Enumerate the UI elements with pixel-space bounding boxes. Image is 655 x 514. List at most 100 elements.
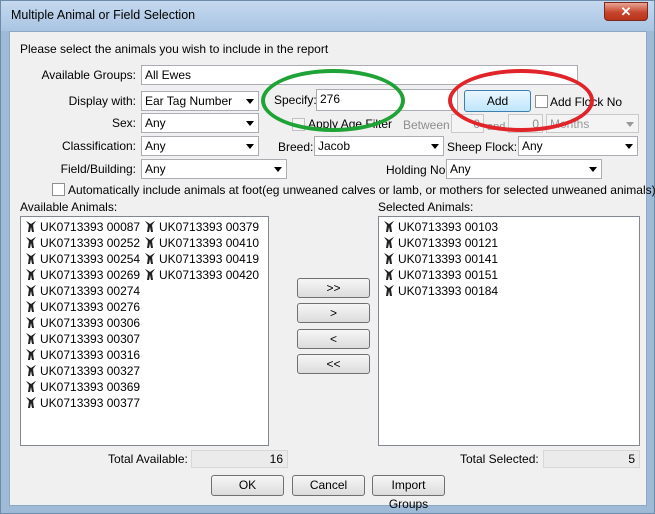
remove-selected-button[interactable]: < (297, 329, 370, 349)
sheep-icon (26, 333, 36, 344)
total-selected-label: Total Selected: (460, 452, 539, 466)
holding-no-value: Any (450, 162, 471, 176)
sheep-icon (384, 285, 394, 296)
field-building-value: Any (145, 162, 166, 176)
classification-dropdown[interactable]: Any (141, 136, 259, 156)
sheep-flock-value: Any (522, 139, 543, 153)
sheep-icon (26, 285, 36, 296)
import-groups-button[interactable]: Import Groups (372, 475, 445, 511)
add-button[interactable]: Add (464, 90, 531, 112)
display-with-label: Display with: (68, 94, 136, 108)
total-selected-value: 5 (543, 450, 640, 468)
list-item-label: UK0713393 00410 (159, 236, 260, 250)
age-unit-dropdown[interactable]: Months (546, 114, 639, 133)
list-item-label: UK0713393 00419 (159, 252, 260, 266)
display-with-dropdown[interactable]: Ear Tag Number (141, 91, 259, 111)
list-item-label: UK0713393 00103 (398, 220, 499, 234)
sheep-icon (384, 237, 394, 248)
ok-button[interactable]: OK (211, 475, 284, 496)
list-item-label: UK0713393 00327 (40, 364, 141, 378)
dialog-body: Please select the animals you wish to in… (9, 31, 655, 511)
close-button[interactable]: ✕ (604, 2, 648, 21)
available-groups-label: Available Groups: (41, 68, 137, 82)
list-item-label: UK0713393 00184 (398, 284, 499, 298)
auto-include-label: Automatically include animals at foot(eg… (68, 183, 655, 197)
available-groups-field[interactable]: All Ewes (141, 65, 578, 85)
list-item-label: UK0713393 00252 (40, 236, 141, 250)
age-from-input[interactable]: 0 (451, 114, 484, 133)
total-available-value: 16 (191, 450, 288, 468)
chevron-down-icon (246, 99, 254, 104)
chevron-down-icon (246, 121, 254, 126)
list-item-label: UK0713393 00379 (159, 220, 260, 234)
sheep-icon (384, 221, 394, 232)
field-building-label: Field/Building: (60, 162, 136, 176)
age-to-input[interactable]: 0 (508, 114, 543, 133)
chevron-down-icon (431, 144, 439, 149)
list-item-label: UK0713393 00269 (40, 268, 141, 282)
list-item-label: UK0713393 00420 (159, 268, 260, 282)
instruction-text: Please select the animals you wish to in… (20, 42, 329, 56)
list-item-label: UK0713393 00276 (40, 300, 141, 314)
sheep-icon (26, 237, 36, 248)
list-item-label: UK0713393 00369 (40, 380, 141, 394)
available-animals-label: Available Animals: (20, 200, 118, 214)
cancel-button[interactable]: Cancel (292, 475, 365, 496)
chevron-down-icon (589, 167, 597, 172)
age-unit-value: Months (550, 117, 590, 131)
sex-label: Sex: (111, 116, 136, 130)
specify-input[interactable]: 276 (316, 89, 458, 111)
sheep-icon (145, 221, 155, 232)
sheep-icon (145, 253, 155, 264)
list-item-label: UK0713393 00307 (40, 332, 141, 346)
sex-value: Any (145, 116, 166, 130)
specify-label: Specify: (274, 93, 317, 107)
selected-animals-list[interactable]: UK0713393 00103 UK0713393 00121 UK0713393 … (378, 216, 640, 446)
add-all-button[interactable]: >> (297, 278, 370, 298)
sheep-icon (384, 269, 394, 280)
list-item-label: UK0713393 00254 (40, 252, 141, 266)
breed-label: Breed: (278, 140, 314, 154)
sheep-icon (26, 221, 36, 232)
remove-all-button[interactable]: << (297, 354, 370, 374)
add-flock-no-checkbox[interactable] (535, 95, 548, 108)
sheep-icon (145, 237, 155, 248)
dialog-window: Multiple Animal or Field Selection ✕ Ple… (0, 0, 655, 514)
apply-age-filter-label: Apply Age Filter (308, 117, 393, 131)
list-item-label: UK0713393 00306 (40, 316, 141, 330)
sheep-icon (26, 349, 36, 360)
sheep-flock-dropdown[interactable]: Any (518, 136, 638, 156)
sheep-flock-label: Sheep Flock: (447, 140, 518, 154)
sheep-icon (384, 253, 394, 264)
available-animals-list[interactable]: UK0713393 00087 UK0713393 00252 UK0713393 … (20, 216, 269, 446)
holding-no-dropdown[interactable]: Any (446, 159, 602, 179)
add-selected-button[interactable]: > (297, 303, 370, 323)
list-item-label: UK0713393 00087 (40, 220, 141, 234)
title-bar: Multiple Animal or Field Selection ✕ (1, 1, 654, 31)
selected-animals-label: Selected Animals: (378, 200, 474, 214)
list-item-label: UK0713393 00274 (40, 284, 141, 298)
holding-no-label: Holding No: (386, 163, 449, 177)
and-label: and (487, 121, 506, 133)
sheep-icon (26, 381, 36, 392)
sheep-icon (26, 253, 36, 264)
classification-label: Classification: (61, 139, 136, 153)
chevron-down-icon (274, 167, 282, 172)
display-with-value: Ear Tag Number (145, 94, 233, 108)
classification-value: Any (145, 139, 166, 153)
breed-dropdown[interactable]: Jacob (314, 136, 444, 156)
sheep-icon (26, 365, 36, 376)
list-item-label: UK0713393 00316 (40, 348, 141, 362)
list-item-label: UK0713393 00151 (398, 268, 499, 282)
field-building-dropdown[interactable]: Any (141, 159, 287, 179)
sheep-icon (26, 269, 36, 280)
auto-include-checkbox[interactable] (52, 183, 65, 196)
breed-value: Jacob (318, 139, 351, 153)
list-item-label: UK0713393 00121 (398, 236, 499, 250)
sheep-icon (26, 301, 36, 312)
between-label: Between (403, 118, 450, 132)
sex-dropdown[interactable]: Any (141, 113, 259, 133)
apply-age-filter-checkbox[interactable] (292, 118, 305, 131)
chevron-down-icon (625, 144, 633, 149)
list-item-label: UK0713393 00141 (398, 252, 499, 266)
